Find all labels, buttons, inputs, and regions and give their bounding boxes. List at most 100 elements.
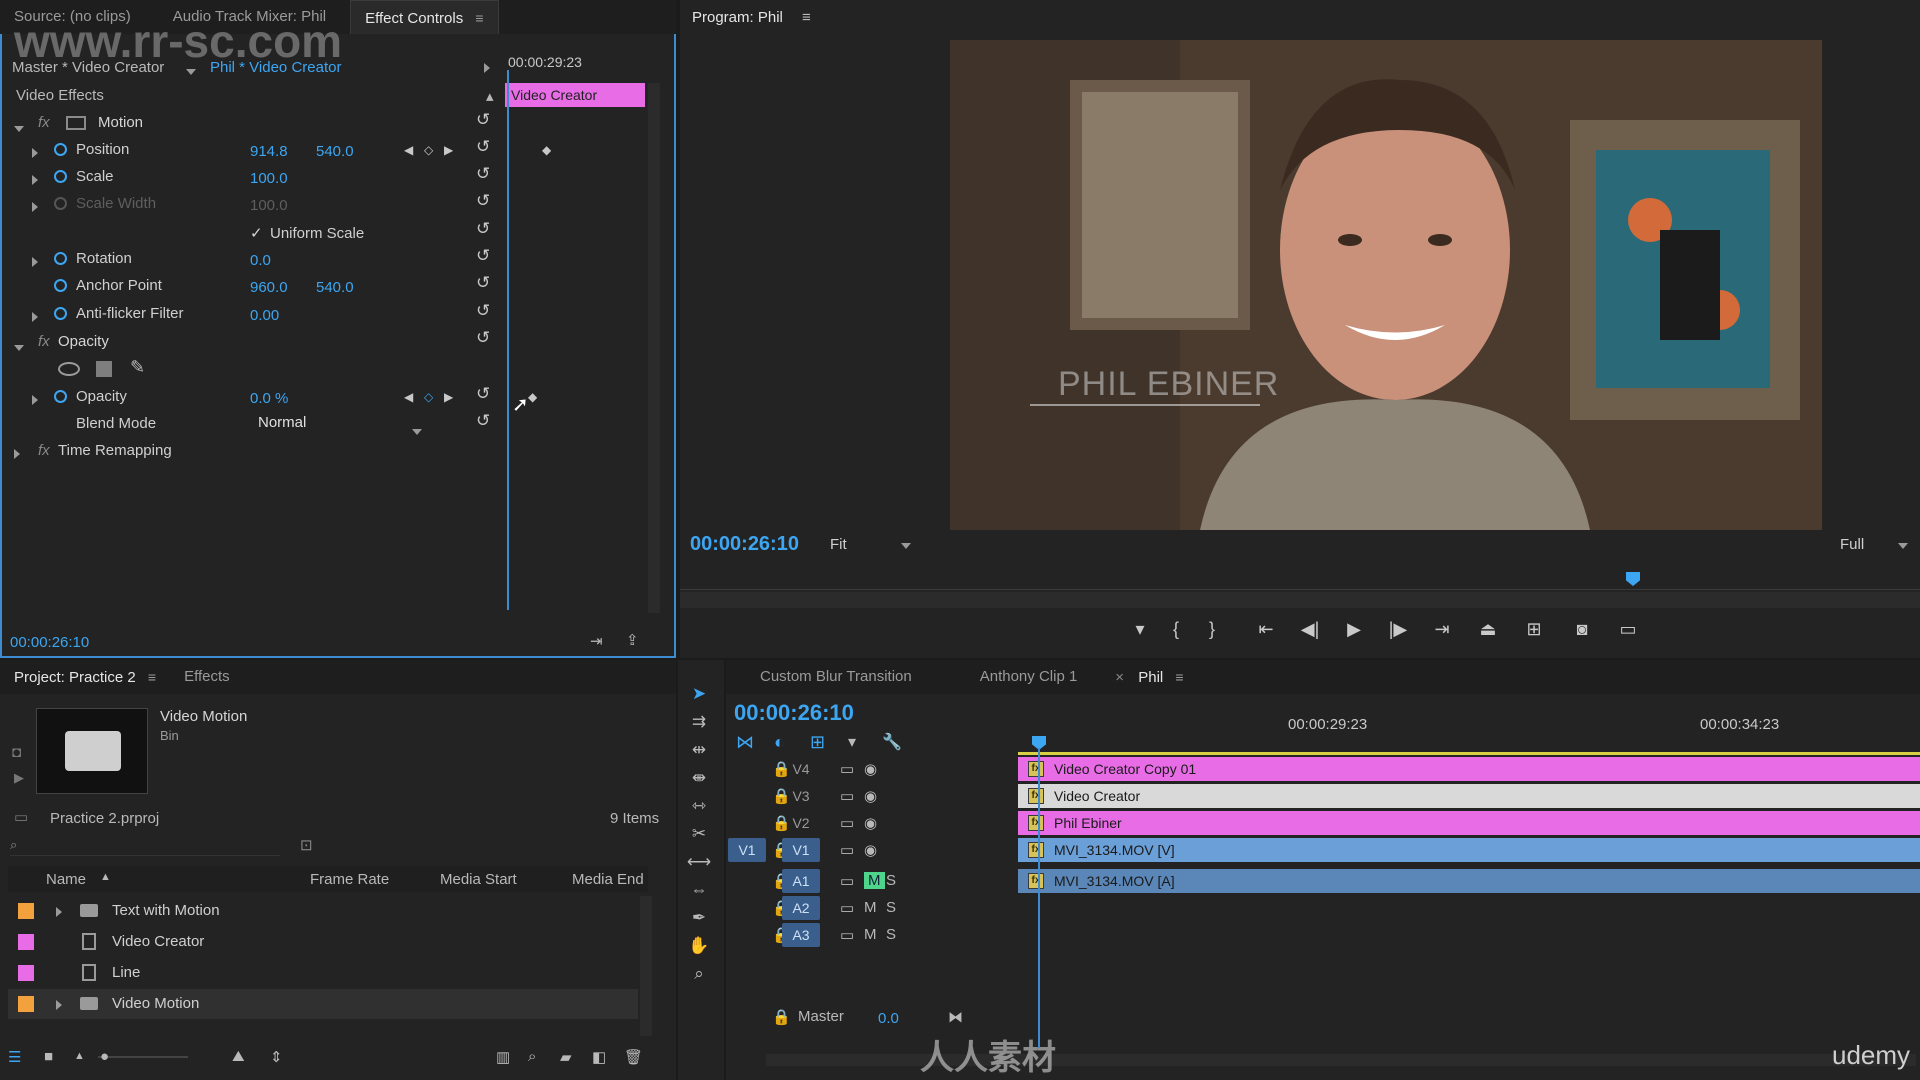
lift-icon[interactable]: ⏏: [1474, 619, 1502, 640]
sort-toggle-icon[interactable]: ⇕: [270, 1048, 283, 1066]
stopwatch-icon[interactable]: [54, 143, 67, 160]
play-thumbnail-icon[interactable]: ▶: [14, 770, 24, 786]
timeline-timecode[interactable]: 00:00:26:10: [734, 700, 854, 726]
new-bin-icon[interactable]: ▰: [560, 1048, 572, 1066]
label-color-swatch[interactable]: [18, 934, 34, 950]
list-item[interactable]: Video Motion: [8, 989, 638, 1019]
panel-menu-icon[interactable]: ≡: [1175, 669, 1183, 685]
motion-expand-icon[interactable]: [14, 119, 24, 136]
expand-icon[interactable]: [32, 254, 38, 271]
anchor-x-value[interactable]: 960.0: [250, 279, 288, 296]
prev-keyframe-icon[interactable]: ◀: [404, 143, 413, 157]
timeline-clip[interactable]: fx Video Creator: [1018, 784, 1920, 808]
wrench-icon[interactable]: 🔧: [882, 732, 902, 752]
master-volume-value[interactable]: 0.0: [878, 1010, 899, 1027]
track-target-a2[interactable]: A2: [782, 896, 820, 920]
opacity-value[interactable]: 0.0 %: [250, 390, 288, 407]
eye-icon[interactable]: ◉: [864, 787, 877, 805]
reset-icon[interactable]: ↺: [476, 110, 490, 130]
work-area-bar[interactable]: [1018, 752, 1920, 755]
pen-mask-icon[interactable]: ✎: [130, 357, 145, 378]
eye-icon[interactable]: ◉: [864, 760, 877, 778]
ec-playhead[interactable]: [507, 70, 509, 610]
toggle-sync-lock-icon[interactable]: ▭: [840, 787, 854, 805]
track-target-v2[interactable]: V2: [782, 811, 820, 835]
add-keyframe-icon[interactable]: ◇: [424, 143, 433, 157]
zoom-slider[interactable]: [98, 1056, 188, 1058]
export-icon[interactable]: ⇪: [626, 631, 639, 649]
program-timecode[interactable]: 00:00:26:10: [690, 533, 799, 556]
trash-icon[interactable]: 🗑: [624, 1048, 643, 1066]
scale-value[interactable]: 100.0: [250, 170, 288, 187]
track-target-v3[interactable]: V3: [782, 784, 820, 808]
list-item[interactable]: Text with Motion: [8, 896, 638, 926]
toggle-sync-lock-icon[interactable]: ▭: [840, 841, 854, 859]
track-target-a1[interactable]: A1: [782, 869, 820, 893]
close-icon[interactable]: ×: [1115, 669, 1124, 686]
collapse-up-icon[interactable]: ▴: [486, 87, 494, 105]
slip-tool-icon[interactable]: ⟷: [686, 852, 712, 874]
tab-effect-controls[interactable]: Effect Controls ≡: [350, 0, 499, 34]
bin-thumbnail[interactable]: [36, 708, 148, 794]
toggle-sync-lock-icon[interactable]: ▭: [840, 926, 854, 944]
expand-icon[interactable]: [32, 172, 38, 189]
keyframe-marker-icon[interactable]: ◆: [528, 390, 537, 404]
column-header-media-start[interactable]: Media Start: [440, 871, 517, 888]
sort-icons-icon[interactable]: ⛰: [232, 1048, 245, 1065]
position-x-value[interactable]: 914.8: [250, 143, 288, 160]
timeline-clip[interactable]: fx Phil Ebiner: [1018, 811, 1920, 835]
panel-menu-icon[interactable]: ≡: [148, 669, 156, 685]
step-forward-icon[interactable]: |▶: [1384, 619, 1412, 640]
program-zoom-bar[interactable]: [680, 592, 1920, 608]
reset-icon[interactable]: ↺: [476, 384, 490, 404]
solo-button[interactable]: S: [886, 872, 896, 889]
list-view-icon[interactable]: ☰: [8, 1048, 21, 1066]
toggle-sync-lock-icon[interactable]: ▭: [840, 760, 854, 778]
mute-button[interactable]: M: [864, 926, 877, 943]
project-scrollbar[interactable]: [640, 896, 652, 1036]
motion-transform-icon[interactable]: [66, 116, 86, 130]
ec-scrollbar[interactable]: [648, 83, 660, 613]
timeline-clip[interactable]: fx MVI_3134.MOV [A]: [1018, 869, 1920, 893]
snap-icon[interactable]: ◐: [774, 732, 785, 753]
solo-button[interactable]: S: [886, 926, 896, 943]
track-target-v1[interactable]: V1: [782, 838, 820, 862]
project-search-input[interactable]: ⌕: [10, 836, 280, 856]
next-keyframe-icon[interactable]: ▶: [444, 390, 453, 404]
ripple-edit-tool-icon[interactable]: ⇹: [686, 740, 712, 762]
label-color-swatch[interactable]: [18, 965, 34, 981]
column-header-media-end[interactable]: Media End: [572, 871, 644, 888]
button-editor-icon[interactable]: ▭: [1614, 619, 1642, 640]
zoom-tool-icon[interactable]: ⌕: [686, 964, 712, 986]
mark-in-icon[interactable]: {: [1162, 619, 1190, 640]
expand-icon[interactable]: [32, 309, 38, 326]
mute-button[interactable]: M: [864, 899, 877, 916]
filter-clip-icon[interactable]: ⇥: [590, 632, 603, 650]
prev-keyframe-icon[interactable]: ◀: [404, 390, 413, 404]
timeline-ruler[interactable]: [1018, 738, 1920, 750]
reset-icon[interactable]: ↺: [476, 219, 490, 239]
column-header-name[interactable]: Name: [46, 871, 86, 888]
nest-toggle-icon[interactable]: ⋈: [736, 732, 754, 753]
fx-icon[interactable]: fx: [38, 114, 50, 131]
track-target-v4[interactable]: V4: [782, 757, 820, 781]
opacity-expand-icon[interactable]: [14, 338, 24, 355]
track-target-a3[interactable]: A3: [782, 923, 820, 947]
tab-sequence-custom-blur[interactable]: Custom Blur Transition: [746, 660, 926, 694]
next-keyframe-icon[interactable]: ▶: [444, 143, 453, 157]
program-time-ruler[interactable]: [680, 576, 1920, 590]
stopwatch-icon[interactable]: [54, 279, 67, 296]
expand-timeline-icon[interactable]: [484, 60, 490, 77]
selection-tool-icon[interactable]: ➤: [686, 684, 712, 706]
reset-icon[interactable]: ↺: [476, 246, 490, 266]
icon-view-icon[interactable]: ■: [44, 1048, 53, 1065]
razor-tool-icon[interactable]: ✂: [686, 824, 712, 846]
uniform-scale-checkbox[interactable]: ✓: [250, 224, 263, 242]
keyframe-marker-icon[interactable]: ◆: [542, 143, 551, 157]
automate-to-sequence-icon[interactable]: ▥: [496, 1048, 510, 1066]
video-frame[interactable]: PHIL EBINER: [950, 40, 1822, 530]
blend-mode-select[interactable]: Normal: [248, 412, 428, 435]
reset-icon[interactable]: ↺: [476, 137, 490, 157]
rotation-value[interactable]: 0.0: [250, 252, 271, 269]
fx-icon[interactable]: fx: [38, 442, 50, 459]
